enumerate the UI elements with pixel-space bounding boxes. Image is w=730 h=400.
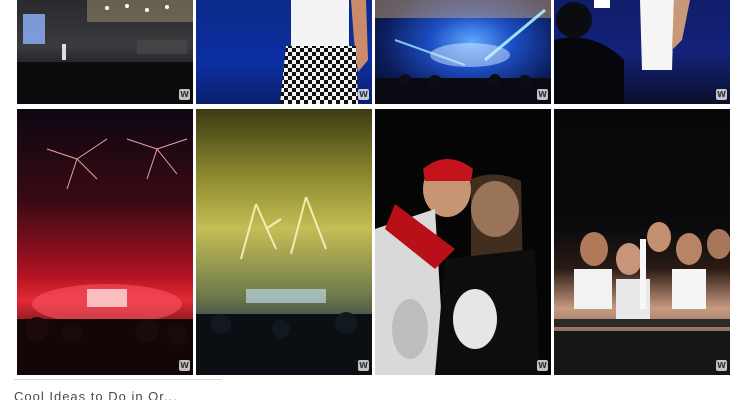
watermark-icon: W xyxy=(537,360,548,371)
gallery-photo-4[interactable]: W xyxy=(554,0,730,104)
watermark-icon: W xyxy=(358,89,369,100)
watermark-icon: W xyxy=(537,89,548,100)
watermark-icon: W xyxy=(716,89,727,100)
watermark-icon: W xyxy=(179,89,190,100)
gallery-photo-8[interactable]: W xyxy=(554,109,730,375)
photo-grid: W W W W W W W W xyxy=(17,0,730,376)
performer-image xyxy=(554,0,730,104)
yellow-fireworks-image xyxy=(196,109,372,375)
fans-selfie-image xyxy=(375,109,551,375)
gallery-photo-6[interactable]: W xyxy=(196,109,372,375)
watermark-icon: W xyxy=(358,360,369,371)
gallery-photo-3[interactable]: W xyxy=(375,0,551,104)
red-fireworks-image xyxy=(17,109,193,375)
related-article-link[interactable]: Cool Ideas to Do in Or... xyxy=(14,389,178,400)
stage-wide-shot-image xyxy=(17,0,193,104)
section-divider xyxy=(14,379,222,380)
gallery-photo-2[interactable]: W xyxy=(196,0,372,104)
photo-gallery-page: W W W W W W W W Cool Ideas to Do in Or..… xyxy=(0,0,730,400)
gallery-photo-1[interactable]: W xyxy=(17,0,193,104)
gallery-photo-5[interactable]: W xyxy=(17,109,193,375)
group-of-fans-image xyxy=(554,109,730,375)
watermark-icon: W xyxy=(716,360,727,371)
performer-image xyxy=(196,0,372,104)
watermark-icon: W xyxy=(179,360,190,371)
stage-lights-image xyxy=(375,0,551,104)
gallery-photo-7[interactable]: W xyxy=(375,109,551,375)
